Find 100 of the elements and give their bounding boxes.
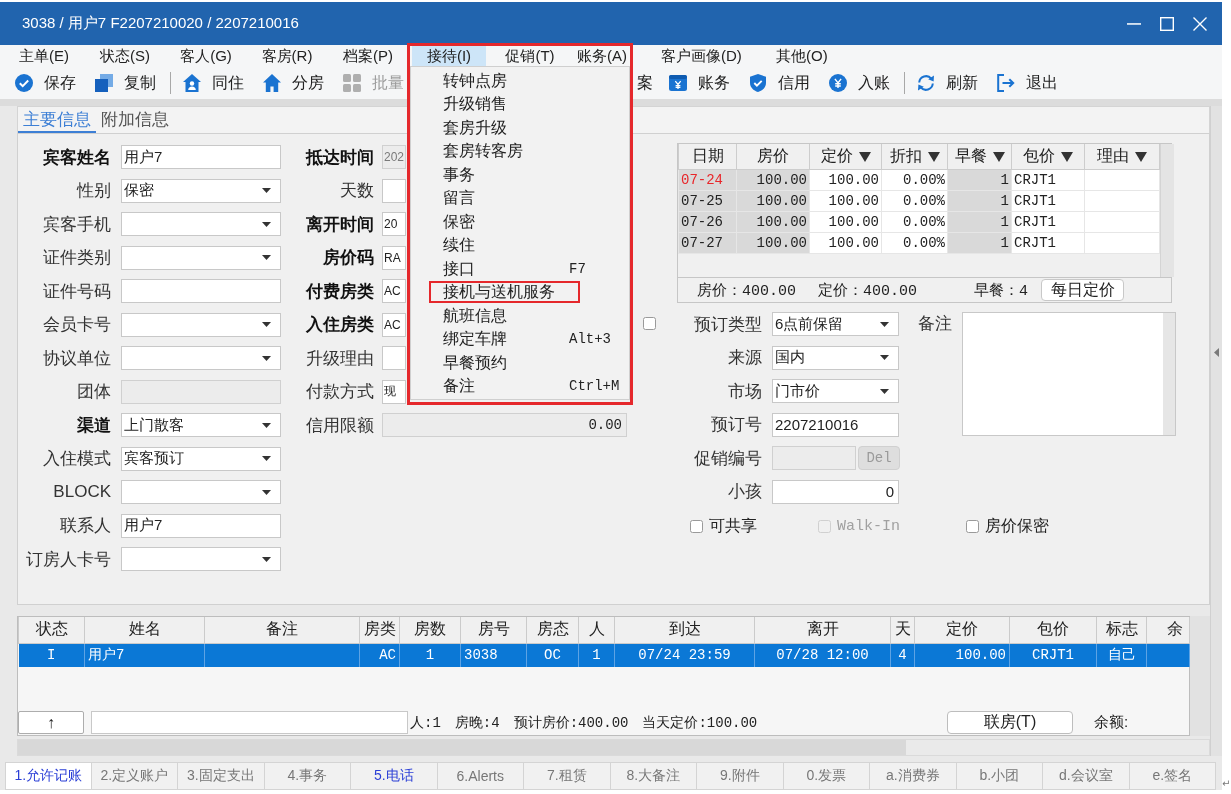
menu-item[interactable]: 接待(I) [412,45,486,67]
field-label: 预订号 [710,414,762,436]
table-row[interactable]: I 用户7 AC 1 3038 OC 1 07/24 23:59 07/28 12:00 4 100.00 CRJT1 自己 [18,643,1190,667]
input-field[interactable]: AC [382,312,406,337]
checkbox[interactable] [966,519,979,533]
menu-item[interactable]: 早餐预约 [429,351,569,374]
tab[interactable]: 0.发票 [783,762,870,790]
toolbar-button[interactable]: 刷新 [912,70,983,96]
input-field[interactable]: AC [382,279,406,303]
dropdown-field[interactable] [121,480,281,504]
tab[interactable]: d.会议室 [1043,762,1130,790]
tab[interactable]: 5.电话 [351,762,438,790]
menu-item[interactable]: 促销(T) [493,45,567,67]
menu-item[interactable]: 转钟点房 [429,69,569,92]
tab[interactable]: 3.固定支出 [178,762,265,790]
field-label: 协议单位 [42,347,111,370]
checkbox[interactable] [690,519,703,533]
menu-item[interactable]: 备注 [429,375,569,398]
tab[interactable]: 2.定义账户 [91,762,178,790]
column-header[interactable]: 定价 [809,144,882,169]
toolbar-button[interactable]: 复制 [90,70,161,96]
splitter-bar[interactable] [1210,106,1222,756]
daily-price-button[interactable]: 每日定价 [1041,279,1125,301]
link-room-button[interactable]: 联房(T) [947,711,1073,734]
dropdown-field[interactable]: 门市价 [772,379,899,403]
input-field[interactable]: 用户7 [121,513,281,538]
tab[interactable]: 1.允许记账 [5,762,92,790]
menu-item[interactable]: 续住 [429,234,569,257]
close-icon[interactable] [1193,16,1207,31]
menu-item[interactable]: 客房(R) [250,45,324,67]
toolbar-button[interactable]: 分房 [258,70,329,96]
tab[interactable]: e.签名 [1129,762,1216,790]
menu-item[interactable]: 主单(E) [7,45,81,67]
column-header[interactable]: 包价 [1011,144,1085,169]
column-header: 房号 [460,617,527,643]
menu-item[interactable]: 状态(S) [88,45,162,67]
toolbar-button[interactable]: 同住 [178,70,249,96]
dropdown-field[interactable] [121,245,281,270]
menu-item[interactable]: 航班信息 [429,304,569,327]
menu-item[interactable]: 升级销售 [429,93,569,116]
input-field[interactable] [382,178,406,203]
input-field[interactable]: 20 [382,212,406,236]
input-field[interactable]: 现 [382,379,406,404]
input-field[interactable] [91,711,408,734]
input-field[interactable]: 用户7 [121,145,281,169]
field-label: 小孩 [727,481,762,503]
dropdown-field[interactable] [121,212,281,236]
menu-item[interactable]: 接口 [429,257,569,280]
checkbox[interactable] [643,317,656,330]
dropdown-field[interactable]: 国内 [772,345,899,370]
menu-item[interactable]: 留言 [429,187,569,210]
tab[interactable]: 7.租赁 [524,762,611,790]
table-cell: 07/28 12:00 [754,643,891,667]
field-label: 渠道 [76,414,111,437]
minimize-icon[interactable] [1127,22,1141,25]
menu-item[interactable]: 客户画像(D) [657,45,746,67]
input-field[interactable]: 2207210016 [772,412,899,437]
toolbar-button[interactable]: 案 [635,70,655,96]
column-header[interactable]: 早餐 [947,144,1012,169]
menu-item[interactable]: 档案(P) [331,45,405,67]
field-label: 来源 [727,347,762,369]
remark-textarea[interactable] [962,312,1176,436]
menu-item[interactable]: 客人(G) [169,45,243,67]
input-field[interactable]: RA [382,245,406,270]
menu-item[interactable]: 事务 [429,163,569,186]
column-header[interactable]: 折扣 [881,144,948,169]
dropdown-field[interactable] [121,547,281,571]
input-field[interactable] [121,279,281,303]
dropdown-field[interactable] [121,346,281,370]
menu-item[interactable]: 套房转客房 [429,140,569,163]
input-field[interactable]: 0 [772,479,899,504]
field-label: 入住模式 [42,448,111,470]
stat-text: 人:1 [410,713,441,732]
maximize-icon[interactable] [1160,16,1174,31]
dropdown-field[interactable]: 上门散客 [121,413,281,437]
up-button[interactable]: ↑ [18,711,84,734]
menu-item[interactable]: 账务(A) [567,45,628,67]
menu-item[interactable]: 套房升级 [429,116,569,139]
toolbar-button[interactable]: 信用 [744,70,815,96]
tab[interactable]: a.消费券 [870,762,957,790]
toolbar-button[interactable]: 账务 [664,70,735,96]
dropdown-field[interactable] [121,312,281,337]
column-header[interactable]: 理由 [1084,144,1160,169]
tab[interactable]: 9.附件 [697,762,784,790]
menu-item[interactable]: 其他(O) [764,45,839,67]
input-field[interactable] [382,346,406,370]
tab[interactable]: 4.事务 [264,762,351,790]
menu-item[interactable]: 接机与送机服务 [429,281,580,304]
tab[interactable]: 附加信息 [96,108,174,133]
toolbar-button[interactable]: 保存 [10,70,81,96]
menu-item[interactable]: 保密 [429,210,569,233]
tab[interactable]: b.小团 [956,762,1043,790]
menu-item[interactable]: 绑定车牌 [429,328,569,351]
tab[interactable]: 8.大备注 [610,762,697,790]
toolbar-button[interactable]: 退出 [992,70,1063,96]
tab[interactable]: 6.Alerts [437,762,524,790]
toolbar-button[interactable]: 入账 [824,70,895,96]
dropdown-field[interactable]: 宾客预订 [121,446,281,471]
dropdown-field[interactable]: 保密 [121,178,281,203]
dropdown-field[interactable]: 6点前保留 [772,312,899,336]
